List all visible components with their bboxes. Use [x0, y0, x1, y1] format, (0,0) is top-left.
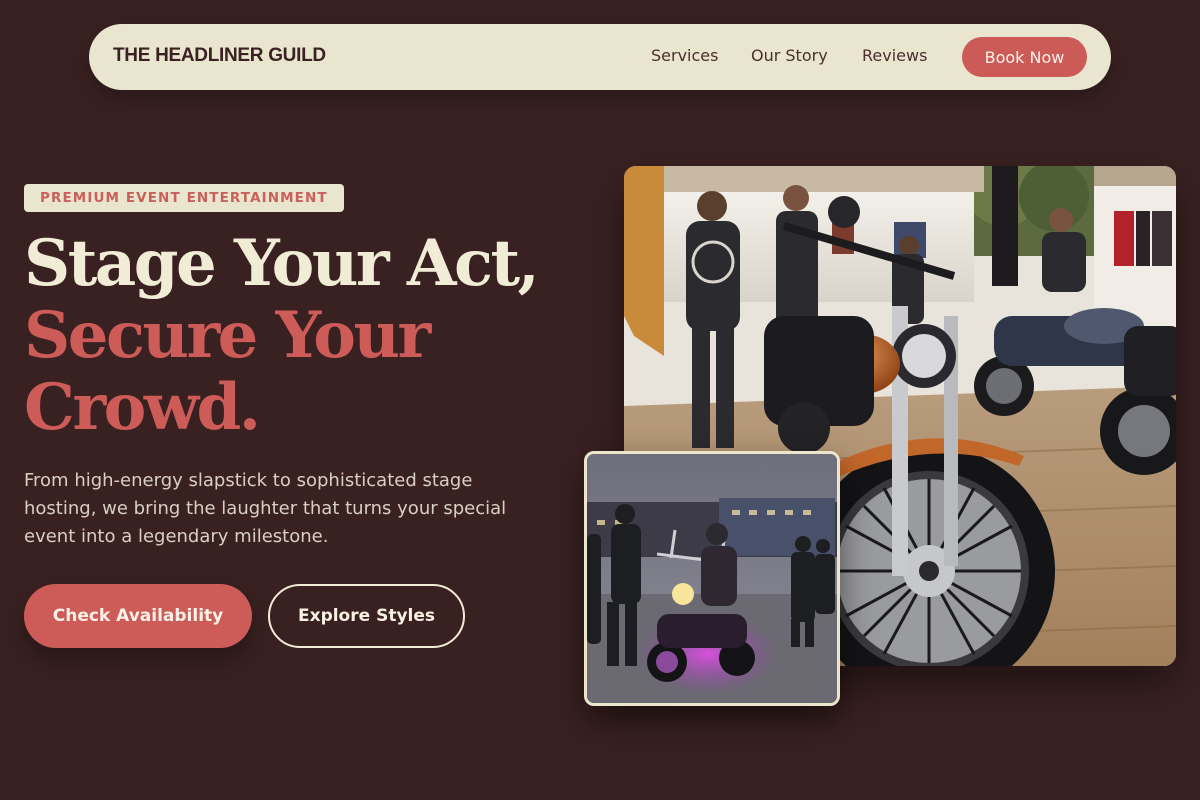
check-availability-button[interactable]: Check Availability — [24, 584, 252, 648]
nav-link-reviews[interactable]: Reviews — [862, 46, 927, 65]
hero-headline: Stage Your Act, Secure Your Crowd. — [24, 226, 540, 445]
explore-styles-button[interactable]: Explore Styles — [268, 584, 465, 648]
nav-link-services[interactable]: Services — [651, 46, 718, 65]
headline-accent-line-1: Secure Your — [24, 298, 431, 373]
hero-description: From high-energy slapstick to sophistica… — [24, 470, 507, 547]
top-navigation-bar: THE HEADLINER GUILD Services Our Story R… — [89, 24, 1111, 90]
headline-accent-line-2: Crowd. — [24, 370, 261, 445]
headline-line-1: Stage Your Act, — [24, 226, 540, 301]
riders-photo-illustration — [587, 454, 837, 703]
hero-inset-photo — [584, 451, 840, 706]
nav-link-our-story[interactable]: Our Story — [751, 46, 828, 65]
brand-logo-text[interactable]: THE HEADLINER GUILD — [113, 45, 326, 67]
book-now-button[interactable]: Book Now — [962, 37, 1087, 77]
hero-badge: PREMIUM EVENT ENTERTAINMENT — [24, 184, 344, 212]
